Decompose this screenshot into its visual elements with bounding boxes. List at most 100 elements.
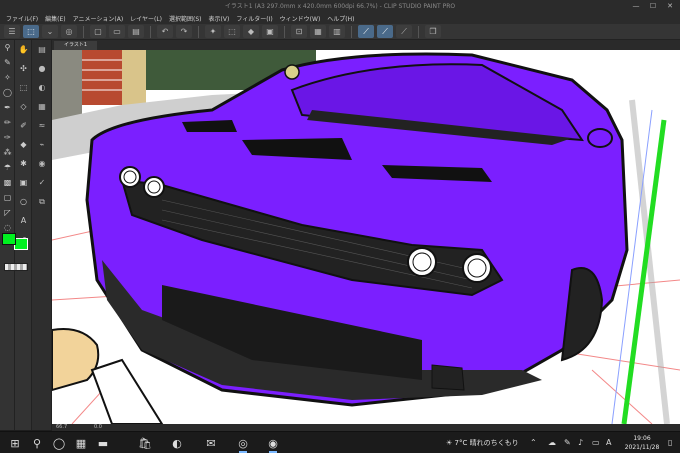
undo-icon[interactable]: ↶: [157, 25, 173, 38]
clip-studio-icon[interactable]: ◎: [61, 25, 77, 38]
spray-icon[interactable]: ⁂: [0, 145, 15, 160]
tool-select-icon[interactable]: ⬚: [23, 25, 39, 38]
airbrush-icon[interactable]: ✐: [15, 116, 32, 135]
start-button[interactable]: ⊞: [8, 436, 22, 450]
task-view-icon[interactable]: ◯: [52, 436, 66, 450]
hamburger-icon[interactable]: ☰: [4, 25, 20, 38]
decoration-icon[interactable]: ✱: [15, 154, 32, 173]
fill-tool-icon[interactable]: ◆: [15, 135, 32, 154]
eyedropper-icon[interactable]: ✎: [0, 55, 15, 70]
status-bar: 66.7 0.0: [52, 424, 680, 431]
ellipse-icon[interactable]: ○: [15, 192, 32, 211]
correction-icon[interactable]: ✓: [32, 173, 52, 192]
menu-edit[interactable]: 編集(E): [45, 14, 65, 23]
pen-tablet-icon[interactable]: ✎: [564, 438, 571, 447]
car-illustration: [52, 50, 680, 424]
menu-help[interactable]: ヘルプ(H): [327, 14, 354, 23]
cloud-icon[interactable]: ☁: [548, 438, 556, 447]
open-file-icon[interactable]: ▭: [109, 25, 125, 38]
divider: [351, 25, 352, 38]
deselect-icon[interactable]: ⬚: [224, 25, 240, 38]
command-bar: ☰ ⬚ ⌄ ◎ ▢ ▭ ▤ ↶ ↷ ✦ ⬚ ◆ ▣ ⊡ ▦ ▥ ⟋ ⟋ ⟋ ❐: [0, 24, 680, 40]
close-button[interactable]: ✕: [662, 0, 678, 12]
chevron-up-icon[interactable]: ⌃: [530, 438, 537, 447]
store-icon[interactable]: 🛍: [138, 436, 152, 450]
layer-icon[interactable]: ▤: [32, 40, 52, 59]
ruler-icon[interactable]: ◸: [0, 205, 15, 220]
menu-selection[interactable]: 選択範囲(S): [169, 14, 202, 23]
transparent-color-swatch[interactable]: [4, 263, 28, 271]
drawing-canvas[interactable]: [52, 50, 680, 424]
reference-icon[interactable]: ⧉: [32, 192, 52, 211]
menu-layer[interactable]: レイヤー(L): [130, 14, 162, 23]
main-color-swatch[interactable]: [2, 233, 16, 245]
anti-alias-icon[interactable]: ◉: [32, 154, 52, 173]
widgets-icon[interactable]: ▦: [74, 436, 88, 450]
explorer-icon[interactable]: ▬: [96, 436, 110, 450]
auto-select-icon[interactable]: ✧: [0, 70, 15, 85]
save-icon[interactable]: ▤: [128, 25, 144, 38]
new-file-icon[interactable]: ▢: [90, 25, 106, 38]
notification-icon[interactable]: ▯: [668, 438, 672, 447]
figure-icon[interactable]: ▢: [0, 190, 15, 205]
mail-icon[interactable]: ✉: [204, 436, 218, 450]
chevron-down-icon[interactable]: ⌄: [42, 25, 58, 38]
eraser-icon[interactable]: ◇: [15, 97, 32, 116]
snap-ruler-icon[interactable]: ⟋: [358, 25, 374, 38]
minimize-button[interactable]: —: [628, 0, 644, 12]
brush-icon[interactable]: ✑: [0, 130, 15, 145]
grid-icon[interactable]: ▥: [329, 25, 345, 38]
stabilizer-icon[interactable]: ≈: [32, 116, 52, 135]
weather-text: 晴れのちくもり: [469, 439, 519, 447]
hand-icon[interactable]: ✋: [15, 40, 32, 59]
frame-icon[interactable]: ▣: [15, 173, 32, 192]
lasso-icon[interactable]: ◯: [0, 85, 15, 100]
battery-icon[interactable]: ▭: [592, 438, 600, 447]
brush-size-icon[interactable]: ●: [32, 59, 52, 78]
edge-icon[interactable]: ◐: [170, 436, 184, 450]
divider: [198, 25, 199, 38]
system-clock[interactable]: 19:06 2021/11/28: [618, 434, 666, 452]
settings-icon[interactable]: ❐: [425, 25, 441, 38]
texture-icon[interactable]: ▦: [32, 97, 52, 116]
opacity-icon[interactable]: ◐: [32, 78, 52, 97]
text-icon[interactable]: A: [15, 211, 32, 230]
clip-studio-paint-taskbar-icon[interactable]: ◉: [266, 436, 280, 453]
speaker-icon[interactable]: ♪: [578, 438, 583, 447]
ime-indicator[interactable]: A: [606, 438, 611, 447]
gradient-icon[interactable]: ▩: [0, 175, 15, 190]
maximize-button[interactable]: ☐: [645, 0, 661, 12]
divider: [150, 25, 151, 38]
menu-filter[interactable]: フィルター(I): [236, 14, 272, 23]
menu-animation[interactable]: アニメーション(A): [73, 14, 124, 23]
vector-icon[interactable]: ⌁: [32, 135, 52, 154]
redo-icon[interactable]: ↷: [176, 25, 192, 38]
weather-temp: 7°C: [454, 439, 468, 447]
search-icon[interactable]: ⚲: [30, 436, 44, 450]
transform-icon[interactable]: ▣: [262, 25, 278, 38]
menu-view[interactable]: 表示(V): [209, 14, 230, 23]
menu-window[interactable]: ウィンドウ(W): [280, 14, 321, 23]
weather-widget[interactable]: ☀ 7°C 晴れのちくもり: [446, 438, 519, 448]
menu-bar: ファイル(F) 編集(E) アニメーション(A) レイヤー(L) 選択範囲(S)…: [0, 12, 680, 24]
fill-icon[interactable]: ◆: [243, 25, 259, 38]
selection-icon[interactable]: ⬚: [15, 78, 32, 97]
move-icon[interactable]: ✣: [15, 59, 32, 78]
zoom-level[interactable]: 66.7: [56, 424, 67, 431]
sub-tool-bar: ✋ ✣ ⬚ ◇ ✐ ◆ ✱ ▣ ○ A ↗: [15, 40, 32, 430]
snap-special-ruler-icon[interactable]: ⟋: [377, 25, 393, 38]
divider: [284, 25, 285, 38]
blend-icon[interactable]: ☂: [0, 160, 15, 175]
pencil-icon[interactable]: ✏: [0, 115, 15, 130]
zoom-icon[interactable]: ⚲: [0, 40, 15, 55]
crop-icon[interactable]: ⊡: [291, 25, 307, 38]
mask-icon[interactable]: ▦: [310, 25, 326, 38]
tab-illustration-1[interactable]: イラスト1: [54, 41, 98, 50]
rotation-angle[interactable]: 0.0: [94, 424, 102, 431]
clip-studio-taskbar-icon[interactable]: ◎: [236, 436, 250, 453]
snap-grid-icon[interactable]: ⟋: [396, 25, 412, 38]
clear-icon[interactable]: ✦: [205, 25, 221, 38]
menu-file[interactable]: ファイル(F): [6, 14, 38, 23]
sub-color-swatch[interactable]: [14, 238, 28, 250]
pen-icon[interactable]: ✒: [0, 100, 15, 115]
